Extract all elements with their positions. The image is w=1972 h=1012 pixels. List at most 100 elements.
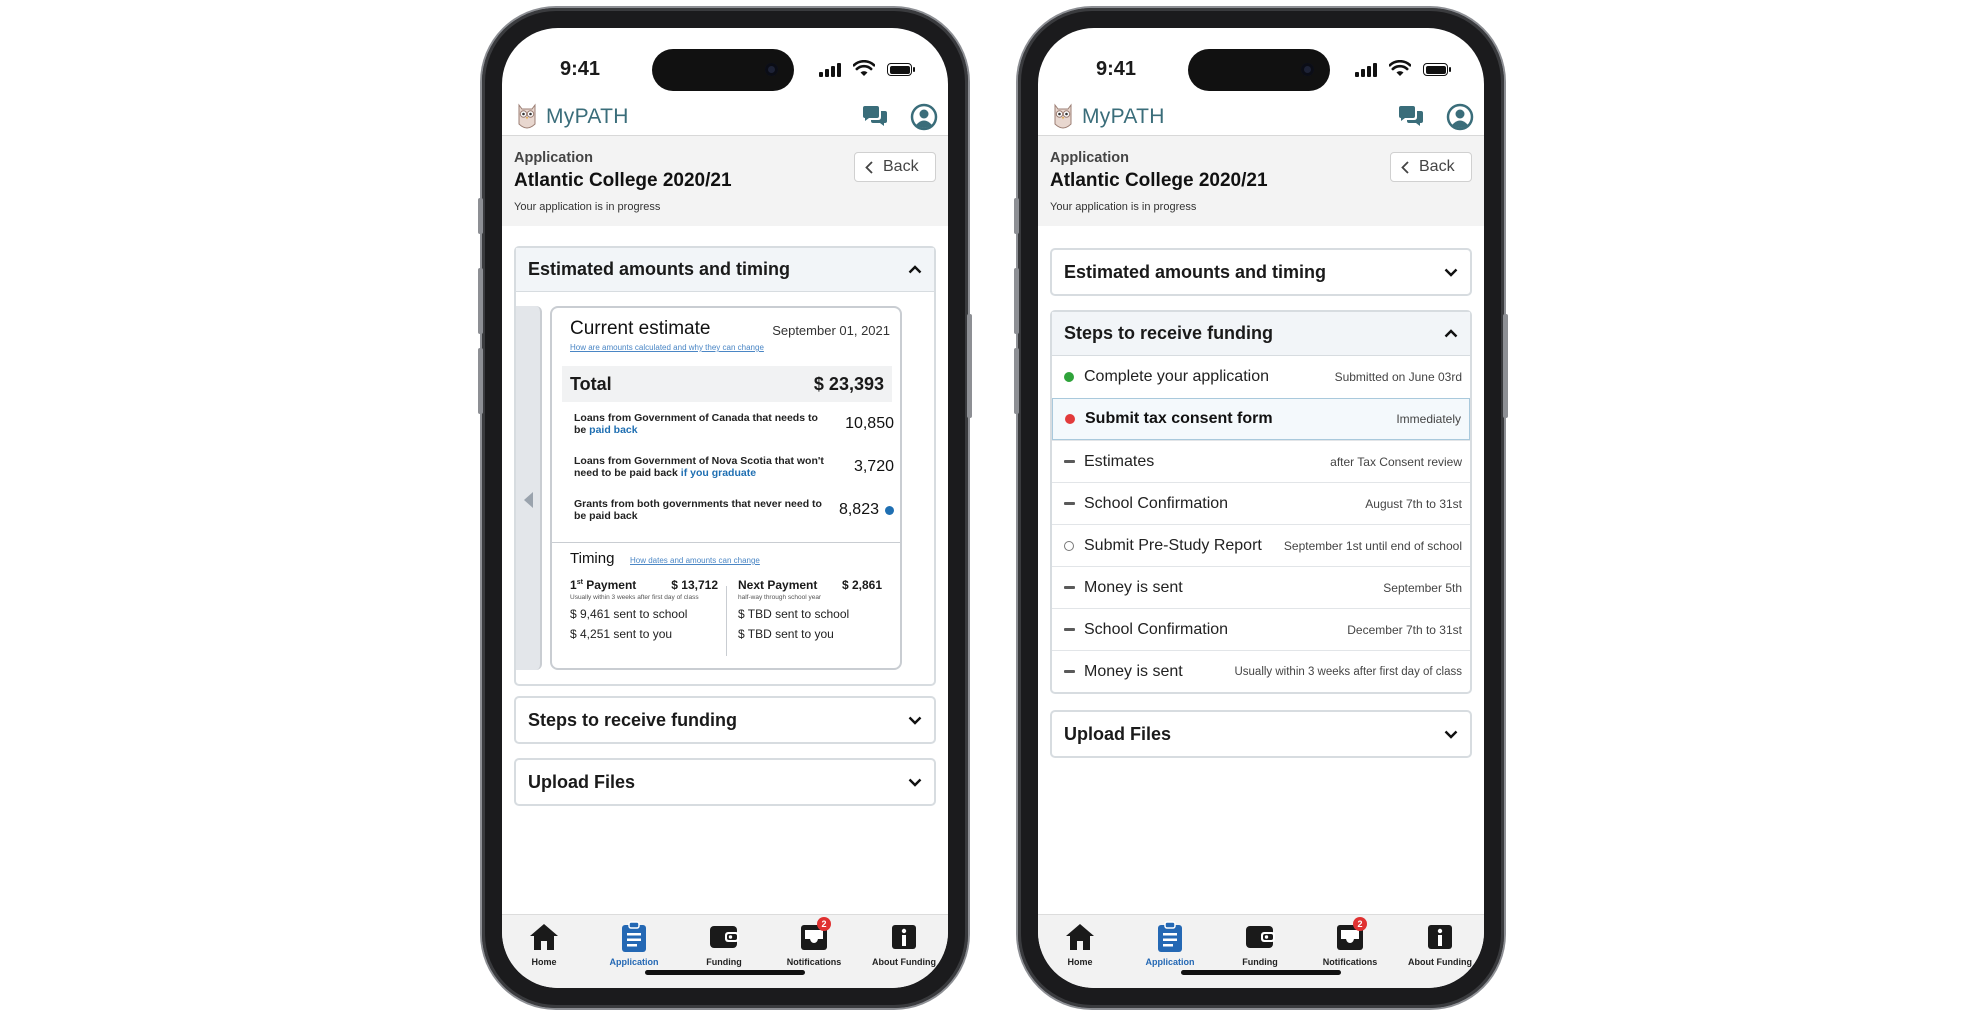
previous-estimate-card[interactable] [516,306,542,670]
back-button[interactable]: Back [854,152,936,182]
tab-notifications[interactable]: 2 Notifications [1305,917,1395,967]
line-item-text: Grants from both governments that never … [574,498,822,522]
info-icon[interactable] [885,505,894,515]
step-complete-application[interactable]: Complete your application Submitted on J… [1052,356,1470,398]
payment-head: Next Payment $ 2,861 [738,578,882,592]
app-bar: MyPATH [502,100,948,136]
estimate-title: Current estimate [570,318,711,339]
timing-info-link[interactable]: How dates and amounts can change [630,556,760,565]
step-estimates[interactable]: Estimates after Tax Consent review [1052,440,1470,482]
steps-panel-header[interactable]: Steps to receive funding [1052,312,1470,356]
step-school-confirmation[interactable]: School Confirmation December 7th to 31st [1052,608,1470,650]
status-action-icon [1065,414,1075,424]
step-label: School Confirmation [1084,620,1229,638]
tab-label: About Funding [1408,957,1472,967]
tab-about-funding[interactable]: About Funding [859,919,948,967]
status-pending-icon [1064,628,1075,631]
home-indicator[interactable] [645,970,805,975]
page-header: Application Atlantic College 2020/21 You… [502,136,948,226]
step-when: September 1st until end of school [1283,538,1462,553]
tab-home[interactable]: Home [502,919,589,967]
timing-title: Timing [570,550,615,567]
step-when: September 5th [1383,580,1462,595]
tab-application[interactable]: Application [589,919,679,967]
tab-funding[interactable]: Funding [1215,919,1305,967]
amounts-info-link[interactable]: How are amounts calculated and why they … [570,343,764,352]
step-when: Submitted on June 03rd [1334,370,1462,384]
home-indicator[interactable] [1181,970,1341,975]
caret-left-icon[interactable] [522,491,534,509]
payment-head: 1st Payment $ 13,712 [570,578,718,592]
owl-logo-icon [1054,103,1072,129]
divider [726,586,727,656]
app-bar: MyPATH [1038,100,1484,136]
power-button [967,314,972,418]
home-icon [530,924,558,950]
tab-home[interactable]: Home [1038,919,1125,967]
chat-icon[interactable] [1397,105,1425,129]
chevron-left-icon [1401,160,1409,174]
page-kicker: Application [1050,150,1129,166]
estimates-panel-header[interactable]: Estimated amounts and timing [1052,250,1470,294]
chat-icon[interactable] [861,105,889,129]
battery-icon [887,63,915,76]
signal-icon [819,63,841,77]
payment-you: $ TBD sent to you [738,627,834,641]
payment-school: $ TBD sent to school [738,607,850,621]
step-label: Estimates [1084,452,1155,470]
clipboard-icon [1158,921,1182,952]
step-when: Usually within 3 weeks after first day o… [1234,665,1462,678]
step-pre-study-report[interactable]: Submit Pre-Study Report September 1st un… [1052,524,1470,566]
if-you-graduate-link[interactable]: if you graduate [681,467,756,479]
total-row: Total $ 23,393 [562,366,892,402]
account-icon[interactable] [1446,103,1474,131]
wifi-icon [1389,60,1411,76]
steps-panel: Steps to receive funding [514,696,936,744]
step-school-confirmation[interactable]: School Confirmation August 7th to 31st [1052,482,1470,524]
page-subtitle: Your application is in progress [514,201,661,213]
status-pending-icon [1064,460,1075,463]
back-button[interactable]: Back [1390,152,1472,182]
upload-panel-header[interactable]: Upload Files [516,760,934,804]
screen: 9:41 MyPATH Application Atlantic College… [1038,28,1484,988]
estimates-panel-header[interactable]: Estimated amounts and timing [516,248,934,292]
home-icon [1066,924,1094,950]
line-item-canada-loan: Loans from Government of Canada that nee… [574,412,894,436]
line-item-value: 8,823 [838,501,879,518]
tab-label: Funding [1242,957,1278,967]
payment-note: half-way through school year [738,594,822,601]
line-item-nova-scotia-loan: Loans from Government of Nova Scotia tha… [574,455,894,479]
tab-about-funding[interactable]: About Funding [1395,919,1484,967]
step-money-sent[interactable]: Money is sent Usually within 3 weeks aft… [1052,650,1470,692]
info-icon [892,925,916,949]
app-name: MyPATH [546,105,629,128]
steps-panel-header[interactable]: Steps to receive funding [516,698,934,742]
steps-panel: Steps to receive funding Complete your a… [1050,310,1472,694]
tab-funding[interactable]: Funding [679,919,769,967]
tab-label: Notifications [786,957,842,967]
notification-badge: 2 [1353,917,1367,931]
tab-notifications[interactable]: 2 Notifications [769,917,859,967]
chevron-up-icon [1444,329,1458,338]
signal-icon [1355,63,1377,77]
tab-application[interactable]: Application [1125,919,1215,967]
line-item-text: Loans from Government of Canada that nee… [574,412,818,436]
wallet-icon [710,926,739,948]
mute-switch [1014,198,1019,234]
back-label: Back [883,158,919,175]
step-when: after Tax Consent review [1330,454,1462,469]
step-submit-tax-consent[interactable]: Submit tax consent form Immediately [1052,398,1470,440]
volume-down-button [1014,348,1019,414]
mute-switch [478,198,483,234]
wallet-icon [1246,926,1275,948]
steps-list: Complete your application Submitted on J… [1052,356,1470,692]
dynamic-island [652,49,794,91]
paid-back-link[interactable]: paid back [589,424,637,436]
account-icon[interactable] [910,103,938,131]
step-money-sent[interactable]: Money is sent September 5th [1052,566,1470,608]
upload-panel-header[interactable]: Upload Files [1052,712,1470,756]
step-when: August 7th to 31st [1365,496,1462,511]
page-title: Atlantic College 2020/21 [514,170,732,191]
notification-badge: 2 [817,917,831,931]
phone-frame-steps: 9:41 MyPATH Application Atlantic College… [1014,8,1508,1008]
